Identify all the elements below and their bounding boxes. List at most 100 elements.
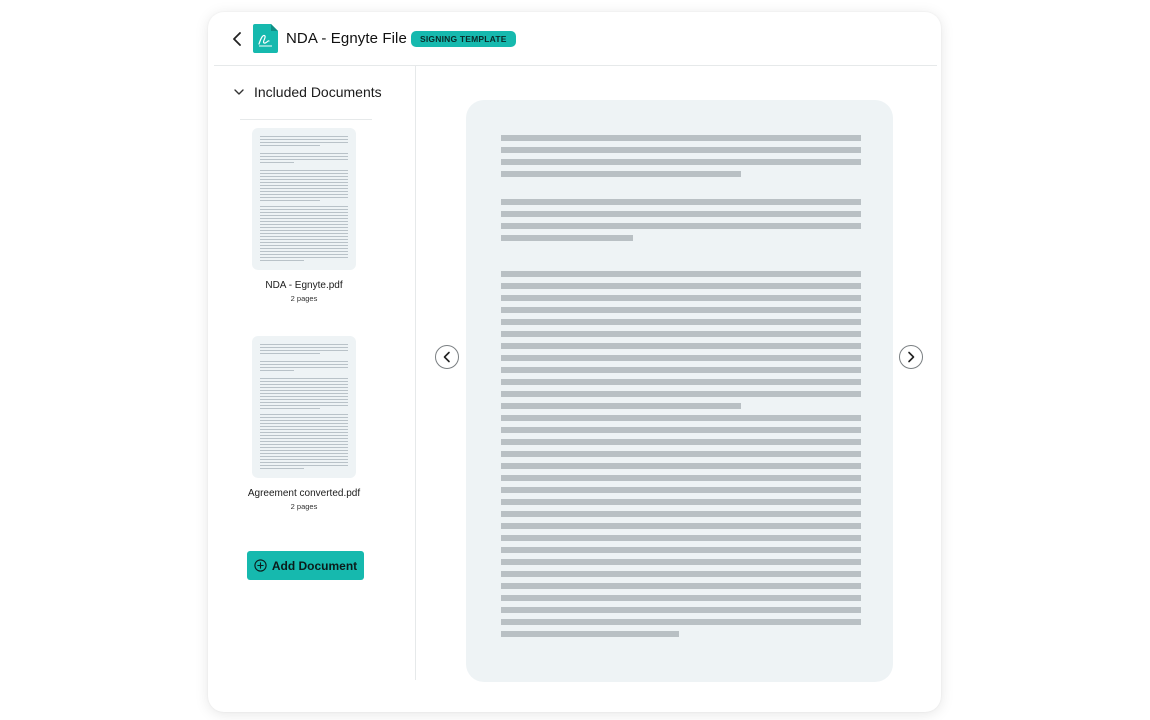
chevron-left-icon xyxy=(443,351,450,363)
previous-page-button[interactable] xyxy=(435,345,459,369)
text-line-placeholder xyxy=(501,319,861,325)
text-line-placeholder xyxy=(501,367,861,373)
document-preview xyxy=(466,100,893,682)
thumbnail-line-placeholder xyxy=(260,197,348,199)
text-line-placeholder xyxy=(501,283,861,289)
thumbnail-line-placeholder xyxy=(260,215,348,217)
included-documents-toggle[interactable]: Included Documents xyxy=(232,82,382,102)
thumbnail-line-placeholder xyxy=(260,260,304,262)
thumbnail-line-placeholder xyxy=(260,405,348,407)
thumbnail-line-placeholder xyxy=(260,257,348,259)
section-label: Included Documents xyxy=(254,84,382,100)
thumbnail-line-placeholder xyxy=(260,420,348,422)
thumbnail-line-placeholder xyxy=(260,136,348,138)
thumbnail-line-placeholder xyxy=(260,218,348,220)
thumbnail-line-placeholder xyxy=(260,353,320,355)
thumbnail-line-placeholder xyxy=(260,364,348,366)
thumbnail-line-placeholder xyxy=(260,221,348,223)
document-thumbnail xyxy=(252,336,356,478)
thumbnail-line-placeholder xyxy=(260,350,348,352)
thumbnail-line-placeholder xyxy=(260,361,348,363)
thumbnail-line-placeholder xyxy=(260,200,320,202)
thumbnail-line-placeholder xyxy=(260,156,348,158)
text-line-placeholder xyxy=(501,159,861,165)
text-line-placeholder xyxy=(501,439,861,445)
thumbnail-line-placeholder xyxy=(260,441,348,443)
text-line-placeholder xyxy=(501,463,861,469)
text-line-placeholder xyxy=(501,135,861,141)
add-document-button[interactable]: Add Document xyxy=(247,551,364,580)
thumbnail-line-placeholder xyxy=(260,179,348,181)
text-line-placeholder xyxy=(501,619,861,625)
chevron-left-icon xyxy=(233,32,241,46)
thumbnail-line-placeholder xyxy=(260,233,348,235)
signature-file-icon xyxy=(253,24,278,53)
thumbnail-line-placeholder xyxy=(260,251,348,253)
thumbnail-line-placeholder xyxy=(260,453,348,455)
section-divider xyxy=(240,119,372,120)
document-item[interactable]: NDA - Egnyte.pdf 2 pages xyxy=(236,128,372,308)
thumbnail-line-placeholder xyxy=(260,417,348,419)
thumbnail-line-placeholder xyxy=(260,423,348,425)
text-line-placeholder xyxy=(501,427,861,433)
thumbnail-line-placeholder xyxy=(260,393,348,395)
text-line-placeholder xyxy=(501,415,861,421)
text-line-placeholder xyxy=(501,487,861,493)
thumbnail-line-placeholder xyxy=(260,367,348,369)
thumbnail-line-placeholder xyxy=(260,462,348,464)
text-line-placeholder xyxy=(501,295,861,301)
text-line-placeholder xyxy=(501,271,861,277)
add-document-label: Add Document xyxy=(271,558,358,573)
thumbnail-line-placeholder xyxy=(260,230,348,232)
next-page-button[interactable] xyxy=(899,345,923,369)
document-thumbnail xyxy=(252,128,356,270)
thumbnail-line-placeholder xyxy=(260,212,348,214)
thumbnail-line-placeholder xyxy=(260,408,320,410)
text-line-placeholder xyxy=(501,199,861,205)
document-name: NDA - Egnyte.pdf xyxy=(265,280,343,291)
thumbnail-line-placeholder xyxy=(260,465,348,467)
thumbnail-line-placeholder xyxy=(260,254,348,256)
text-line-placeholder xyxy=(501,223,861,229)
document-item[interactable]: Agreement converted.pdf 2 pages xyxy=(236,336,372,516)
text-line-placeholder xyxy=(501,235,633,241)
thumbnail-line-placeholder xyxy=(260,378,348,380)
text-line-placeholder xyxy=(501,607,861,613)
thumbnail-line-placeholder xyxy=(260,402,348,404)
thumbnail-line-placeholder xyxy=(260,142,348,144)
plus-circle-icon xyxy=(254,559,267,572)
text-line-placeholder xyxy=(501,171,741,177)
document-pages: 2 pages xyxy=(290,294,318,303)
thumbnail-line-placeholder xyxy=(260,162,294,164)
text-line-placeholder xyxy=(501,147,861,153)
thumbnail-line-placeholder xyxy=(260,450,348,452)
text-line-placeholder xyxy=(501,403,741,409)
thumbnail-line-placeholder xyxy=(260,153,348,155)
thumbnail-line-placeholder xyxy=(260,194,348,196)
document-pages: 2 pages xyxy=(290,502,318,511)
text-line-placeholder xyxy=(501,343,861,349)
text-line-placeholder xyxy=(501,355,861,361)
thumbnail-line-placeholder xyxy=(260,347,348,349)
thumbnail-line-placeholder xyxy=(260,426,348,428)
text-line-placeholder xyxy=(501,595,861,601)
text-line-placeholder xyxy=(501,331,861,337)
sidebar: Included Documents NDA - Egnyte.pdf 2 pa… xyxy=(208,66,415,680)
thumbnail-line-placeholder xyxy=(260,191,348,193)
text-line-placeholder xyxy=(501,547,861,553)
thumbnail-line-placeholder xyxy=(260,456,348,458)
thumbnail-line-placeholder xyxy=(260,170,348,172)
text-line-placeholder xyxy=(501,523,861,529)
chevron-right-icon xyxy=(908,351,915,363)
thumbnail-line-placeholder xyxy=(260,188,348,190)
thumbnail-line-placeholder xyxy=(260,159,348,161)
thumbnail-line-placeholder xyxy=(260,435,348,437)
thumbnail-line-placeholder xyxy=(260,209,348,211)
text-line-placeholder xyxy=(501,583,861,589)
header: NDA - Egnyte File SIGNING TEMPLATE xyxy=(208,12,941,66)
document-name: Agreement converted.pdf xyxy=(247,488,361,499)
template-card: NDA - Egnyte File SIGNING TEMPLATE Inclu… xyxy=(208,12,941,712)
thumbnail-line-placeholder xyxy=(260,396,348,398)
text-line-placeholder xyxy=(501,571,861,577)
back-button[interactable] xyxy=(228,29,246,49)
